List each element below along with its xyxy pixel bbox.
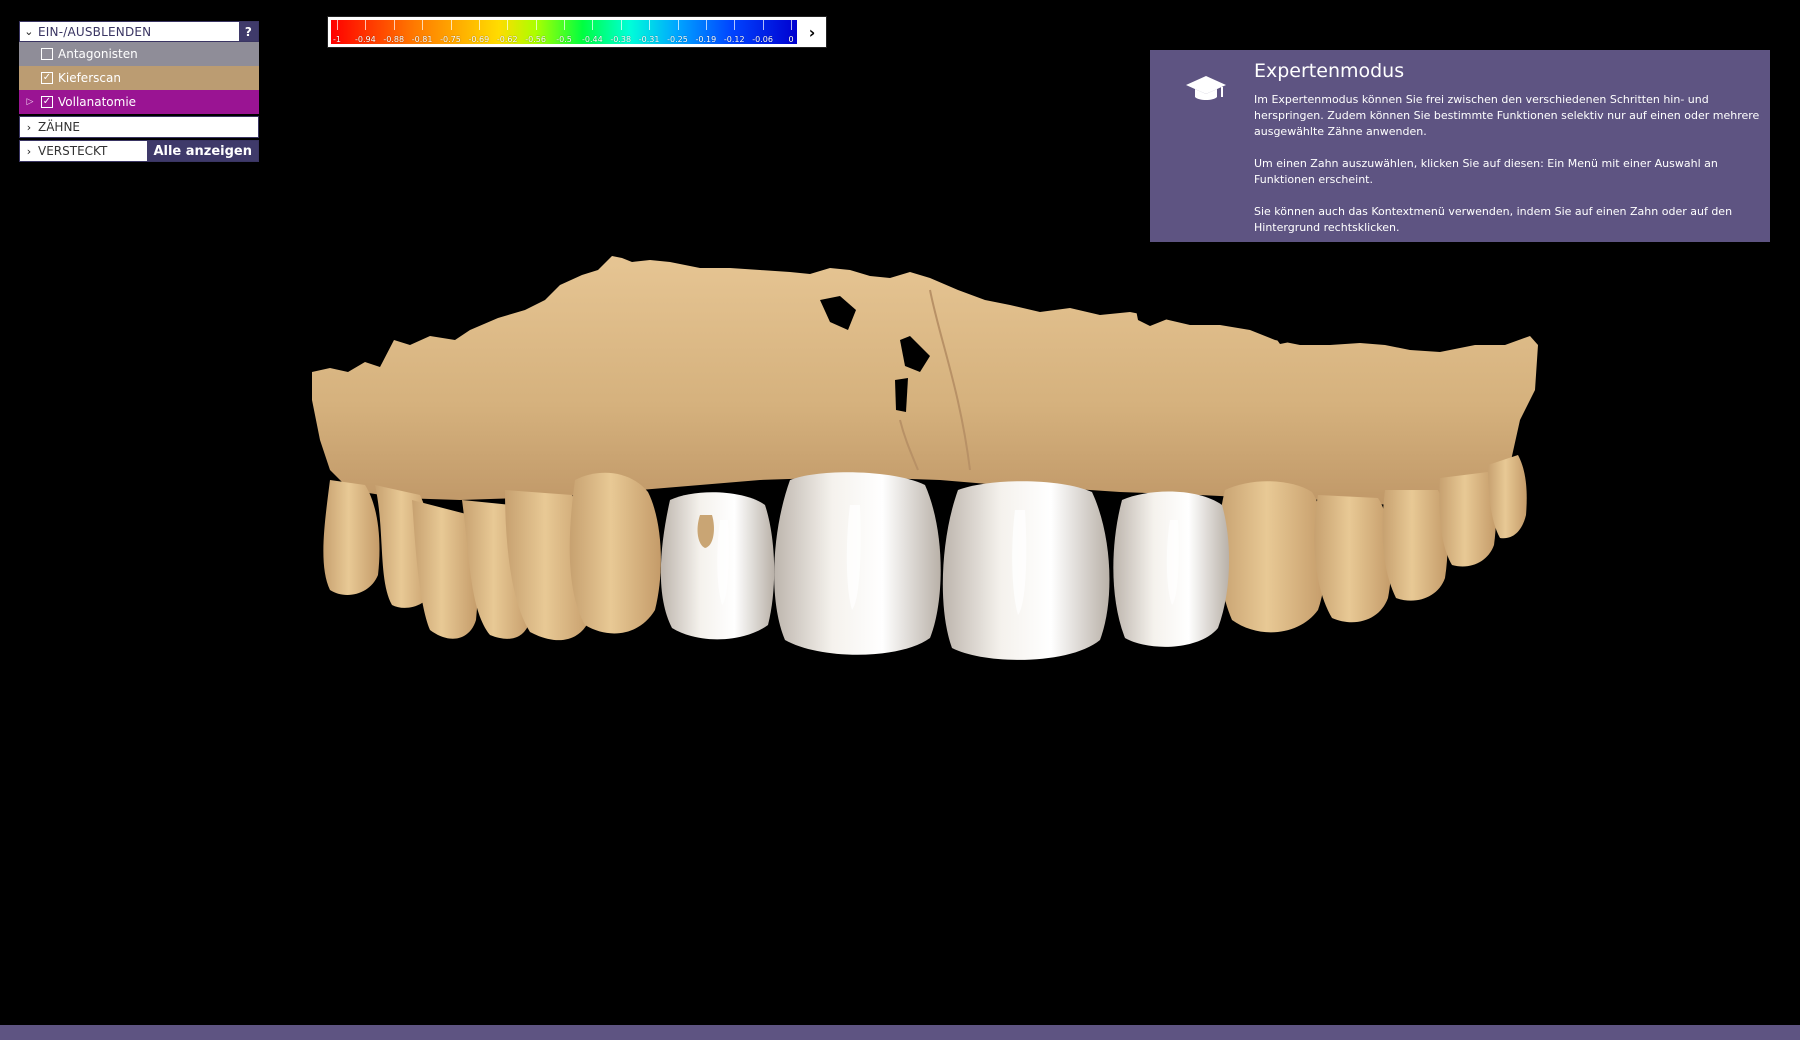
scale-tick-label: -0.81 <box>411 35 433 44</box>
deviation-color-scale: -1 -0.94 -0.88 -0.81 -0.75 -0.69 -0.62 -0.56 -0.… <box>327 16 827 48</box>
expert-mode-description: Im Expertenmodus können Sie frei zwische… <box>1254 92 1760 252</box>
scale-tick-line <box>478 20 480 30</box>
scale-tick-label: -0.56 <box>525 35 546 44</box>
layer-row-antagonists[interactable]: Antagonisten <box>19 42 259 66</box>
scale-tick-line <box>422 20 424 30</box>
scale-tick-line <box>677 20 679 30</box>
scale-tick-label: -0.19 <box>695 35 717 44</box>
scale-tick-label: -0.06 <box>752 35 773 44</box>
layer-row-kieferscan[interactable]: ✓ Kieferscan <box>19 66 259 90</box>
expand-triangle-icon[interactable]: ▷ <box>19 97 41 107</box>
app-window: ⌄ EIN-/AUSBLENDEN ? Antagonisten ✓ Kiefe… <box>0 0 1800 1040</box>
scale-tick-label: 0 <box>788 35 794 44</box>
layer-label: Antagonisten <box>58 47 138 61</box>
antagonists-checkbox[interactable] <box>41 48 53 60</box>
scale-tick-line <box>762 20 764 30</box>
status-bar <box>0 1025 1800 1040</box>
visibility-panel: ⌄ EIN-/AUSBLENDEN ? Antagonisten ✓ Kiefe… <box>19 21 259 162</box>
expert-paragraph: Sie können auch das Kontextmenü verwende… <box>1254 205 1733 234</box>
scale-tick-label: -0.62 <box>496 35 518 44</box>
kieferscan-checkbox[interactable]: ✓ <box>41 72 53 84</box>
scale-tick-line <box>734 20 736 30</box>
layer-row-vollanatomie[interactable]: ▷ ✓ Vollanatomie <box>19 90 259 114</box>
check-mark-icon: ✓ <box>42 72 52 83</box>
scale-tick-line <box>337 20 338 30</box>
chevron-down-icon: ⌄ <box>24 25 34 38</box>
graduation-cap-icon <box>1186 76 1226 100</box>
expert-mode-title: Expertenmodus <box>1254 60 1405 82</box>
scale-tick-line <box>592 20 594 30</box>
scale-tick-line <box>450 20 452 30</box>
visibility-panel-header[interactable]: ⌄ EIN-/AUSBLENDEN ? <box>19 21 259 42</box>
teeth-section[interactable]: › ZÄHNE <box>19 116 259 138</box>
natural-tooth[interactable] <box>569 472 661 634</box>
scale-tick-label: -0.31 <box>638 35 660 44</box>
expert-paragraph: Im Expertenmodus können Sie frei zwische… <box>1254 93 1760 138</box>
expert-mode-info-box: Expertenmodus Im Expertenmodus können Si… <box>1150 50 1770 242</box>
chevron-right-icon: › <box>26 144 32 158</box>
natural-tooth[interactable] <box>1314 495 1392 623</box>
scale-tick-line <box>535 20 537 30</box>
scale-tick-label: -0.75 <box>440 35 461 44</box>
natural-tooth[interactable] <box>1382 490 1448 601</box>
expert-paragraph: Um einen Zahn auszuwählen, klicken Sie a… <box>1254 157 1718 186</box>
hidden-section-label: VERSTECKT <box>38 144 108 158</box>
natural-tooth[interactable] <box>323 480 380 595</box>
hidden-section[interactable]: › VERSTECKT Alle anzeigen <box>19 140 259 162</box>
help-button[interactable]: ? <box>239 22 258 41</box>
scale-tick-label: -0.88 <box>383 35 405 44</box>
scale-tick-line <box>564 20 565 30</box>
crown-tooth[interactable] <box>942 481 1110 660</box>
scale-tick-line <box>620 20 622 30</box>
natural-tooth[interactable] <box>1439 472 1496 567</box>
layer-label: Kieferscan <box>58 71 121 85</box>
scale-tick-label: -0.94 <box>355 35 376 44</box>
scale-tick-line <box>393 20 395 30</box>
color-scale-ticks: -1 -0.94 -0.88 -0.81 -0.75 -0.69 -0.62 -0.56 -0.… <box>331 20 797 44</box>
scale-tick-label: -0.38 <box>610 35 632 44</box>
visibility-panel-title: EIN-/AUSBLENDEN <box>38 24 152 39</box>
scale-tick-label: -0.5 <box>556 35 572 44</box>
scale-tick-label: -0.69 <box>468 35 490 44</box>
scale-tick-label: -1 <box>333 35 341 44</box>
scan-hole <box>895 378 908 412</box>
scale-tick-line <box>649 20 651 30</box>
chevron-right-icon[interactable]: › <box>798 17 826 47</box>
scale-tick-line <box>365 20 367 30</box>
jaw-scan-gum[interactable] <box>312 256 1538 505</box>
check-mark-icon: ✓ <box>42 96 52 107</box>
natural-tooth[interactable] <box>1218 481 1327 633</box>
show-all-button[interactable]: Alle anzeigen <box>147 141 258 161</box>
vollanatomie-checkbox[interactable]: ✓ <box>41 96 53 108</box>
scale-tick-label: -0.25 <box>667 35 688 44</box>
scale-tick-line <box>791 20 792 30</box>
scale-tick-label: -0.44 <box>582 35 603 44</box>
scale-tick-line <box>507 20 509 30</box>
chevron-right-icon: › <box>26 120 32 134</box>
layer-label: Vollanatomie <box>58 95 137 109</box>
teeth-section-label: ZÄHNE <box>38 120 81 134</box>
scale-tick-label: -0.12 <box>723 35 745 44</box>
scale-tick-line <box>705 20 707 30</box>
